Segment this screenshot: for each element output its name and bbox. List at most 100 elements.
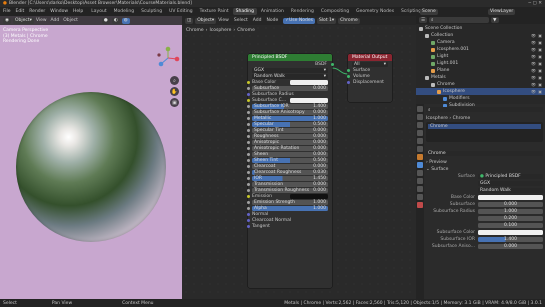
input-socket[interactable] <box>246 122 250 126</box>
camera-view-icon[interactable]: ▣ <box>170 98 179 107</box>
visibility-eye-icon[interactable]: 👁 <box>531 75 536 80</box>
principled-bsdf-node[interactable]: Principled BSDF BSDF GGX ▾ Random Walk ▾ B… <box>246 54 334 288</box>
render-camera-icon[interactable]: ▣ <box>538 61 542 66</box>
tab-layout[interactable]: Layout <box>88 8 109 15</box>
distribution-dropdown[interactable]: GGX ▾ <box>252 67 328 73</box>
menu-edit[interactable]: Edit <box>16 9 25 14</box>
property-value[interactable]: 0.200 <box>478 216 543 221</box>
visibility-eye-icon[interactable]: 👁 <box>531 33 536 38</box>
visibility-eye-icon[interactable]: 👁 <box>531 40 536 45</box>
input-socket[interactable] <box>246 146 250 150</box>
navigation-gizmo[interactable] <box>156 46 180 70</box>
output-tab-icon[interactable] <box>417 122 423 128</box>
value-slider[interactable]: Anisotropic 0.000 <box>252 139 328 145</box>
render-camera-icon[interactable]: ▣ <box>538 47 542 52</box>
window-controls[interactable]: ─ ▢ ✕ <box>528 1 542 6</box>
render-camera-icon[interactable]: ▣ <box>538 68 542 73</box>
shading-rendered-button[interactable]: ◍ <box>121 17 130 24</box>
input-socket[interactable] <box>246 218 250 222</box>
tab-animation[interactable]: Animation <box>258 8 287 15</box>
render-tab-icon[interactable] <box>417 114 423 120</box>
target-dropdown[interactable]: All ▾ <box>352 61 388 67</box>
input-socket[interactable] <box>246 140 250 144</box>
tab-modeling[interactable]: Modeling <box>111 8 137 15</box>
menu-add[interactable]: Add <box>51 18 60 23</box>
outliner-search-input[interactable]: ⌕ <box>429 17 490 23</box>
value-slider[interactable]: Emission Strength 1.000 <box>252 199 328 205</box>
tool-tab-icon[interactable] <box>417 106 423 112</box>
menu-file[interactable]: File <box>3 9 11 14</box>
menu-view[interactable]: View <box>36 18 47 23</box>
tab-sculpting[interactable]: Sculpting <box>138 8 165 15</box>
render-camera-icon[interactable]: ▣ <box>538 89 542 94</box>
property-value[interactable]: 0.100 <box>478 223 543 228</box>
volume-socket[interactable] <box>346 74 350 78</box>
input-socket[interactable] <box>246 176 250 180</box>
outliner[interactable]: ☰ ⌕ ▼ Scene Collection Collection 👁 ▣ Camera… <box>416 16 545 108</box>
menu-object[interactable]: Object <box>63 18 78 23</box>
property-value[interactable]: 1.400 <box>478 237 543 242</box>
visibility-eye-icon[interactable]: 👁 <box>531 82 536 87</box>
object-mode-dropdown[interactable]: Object ▾ <box>12 17 34 24</box>
property-value[interactable]: 0.000 <box>478 244 543 249</box>
input-socket[interactable] <box>246 158 250 162</box>
shading-solid-button[interactable]: ● <box>101 17 110 24</box>
world-tab-icon[interactable] <box>417 146 423 152</box>
visibility-eye-icon[interactable]: 👁 <box>531 47 536 52</box>
outliner-item[interactable]: Chrome 👁 ▣ <box>416 81 545 88</box>
data-tab-icon[interactable] <box>417 194 423 200</box>
menu-window[interactable]: Window <box>50 9 68 14</box>
menu-render[interactable]: Render <box>29 9 45 14</box>
zoom-icon[interactable]: ⌕ <box>170 76 179 85</box>
render-camera-icon[interactable]: ▣ <box>538 75 542 80</box>
preview-panel-header[interactable]: › Preview <box>426 159 543 166</box>
3d-viewport[interactable]: ◉ Object ▾ View Add Object ● ◐ ◍ Camera P… <box>0 16 182 299</box>
value-slider[interactable]: Sheen Tint 0.500 <box>252 157 328 163</box>
properties-search-input[interactable]: ⌕ <box>426 107 543 113</box>
outliner-item[interactable]: Icosphere.001 👁 ▣ <box>416 46 545 53</box>
input-socket[interactable] <box>246 200 250 204</box>
pan-hand-icon[interactable]: ✋ <box>170 87 179 96</box>
tab-shading[interactable]: Shading <box>232 8 257 15</box>
value-slider[interactable]: Subsurface IOR 1.400 <box>252 103 328 109</box>
input-socket[interactable] <box>246 164 250 168</box>
displacement-socket[interactable] <box>346 80 350 84</box>
property-value[interactable]: 1.000 <box>478 209 543 214</box>
modifier-tab-icon[interactable] <box>417 162 423 168</box>
visibility-eye-icon[interactable]: 👁 <box>531 54 536 59</box>
color-swatch[interactable] <box>290 97 328 103</box>
shader-node-editor[interactable]: ◫ Object ▾ View Select Add Node ✓ Use Nod… <box>182 16 416 299</box>
value-slider[interactable]: Transmission 0.000 <box>252 181 328 187</box>
view-layer-tab-icon[interactable] <box>417 130 423 136</box>
physics-tab-icon[interactable] <box>417 178 423 184</box>
render-camera-icon[interactable]: ▣ <box>538 82 542 87</box>
value-slider[interactable]: Alpha 1.000 <box>252 205 328 211</box>
value-slider[interactable]: Sheen 0.000 <box>252 151 328 157</box>
node-header[interactable]: Principled BSDF <box>248 54 332 61</box>
slot-item[interactable]: Chrome <box>428 124 541 129</box>
value-slider[interactable]: Specular 0.500 <box>252 121 328 127</box>
render-camera-icon[interactable]: ▣ <box>538 54 542 59</box>
visibility-eye-icon[interactable]: 👁 <box>531 89 536 94</box>
tab-compositing[interactable]: Compositing <box>318 8 352 15</box>
input-socket[interactable] <box>246 170 250 174</box>
constraints-tab-icon[interactable] <box>417 186 423 192</box>
value-slider[interactable]: Subsurface Anisotropy 0.000 <box>252 109 328 115</box>
value-slider[interactable]: Roughness 0.000 <box>252 133 328 139</box>
input-socket[interactable] <box>246 194 250 198</box>
input-socket[interactable] <box>246 98 250 102</box>
color-swatch[interactable] <box>290 193 328 199</box>
subsurface-method-dropdown[interactable]: Random Walk ▾ <box>252 73 328 79</box>
input-socket[interactable] <box>246 206 250 210</box>
tab-geometry-nodes[interactable]: Geometry Nodes <box>353 8 397 15</box>
node-header[interactable]: Material Output <box>348 54 392 61</box>
property-value[interactable]: 0.000 <box>478 202 543 207</box>
input-socket[interactable] <box>246 128 250 132</box>
outliner-item[interactable]: Light.001 👁 ▣ <box>416 60 545 67</box>
input-socket[interactable] <box>246 212 250 216</box>
value-slider[interactable]: Clearcoat Roughness 0.030 <box>252 169 328 175</box>
outliner-item[interactable]: Scene Collection <box>416 25 545 32</box>
chrome-sphere-render[interactable] <box>16 92 166 242</box>
input-socket[interactable] <box>246 182 250 186</box>
render-camera-icon[interactable]: ▣ <box>538 40 542 45</box>
